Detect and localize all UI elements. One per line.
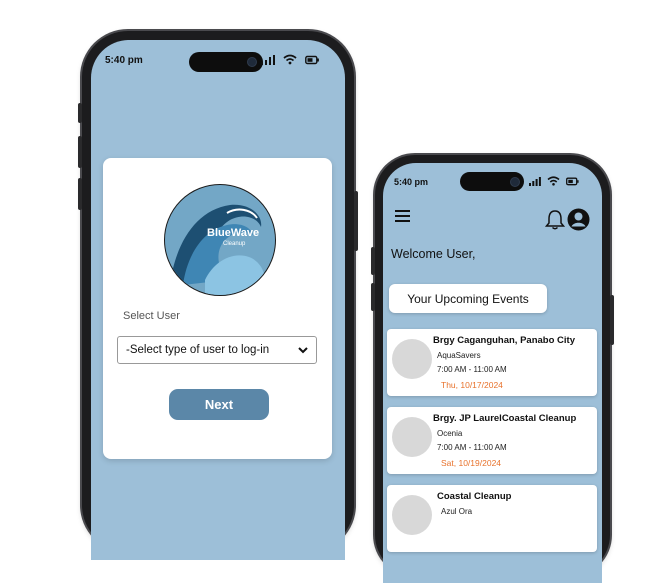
profile-icon[interactable]: [567, 208, 590, 231]
event-time: 7:00 AM - 11:00 AM: [437, 365, 507, 374]
event-card[interactable]: Coastal Cleanup Azul Ora: [387, 485, 597, 552]
event-date: Thu, 10/17/2024: [441, 380, 503, 390]
logo-title: BlueWave: [207, 227, 260, 239]
user-type-select-value: -Select type of user to log-in: [126, 344, 270, 356]
bluewave-logo: BlueWave Cleanup: [164, 184, 276, 296]
event-card[interactable]: Brgy Caganguhan, Panabo City AquaSavers …: [387, 329, 597, 396]
wifi-icon: [283, 54, 297, 65]
event-card[interactable]: Brgy. JP LaurelCoastal Cleanup Ocenia 7:…: [387, 407, 597, 474]
next-button[interactable]: Next: [169, 389, 269, 420]
event-title: Brgy. JP LaurelCoastal Cleanup: [433, 413, 577, 424]
event-avatar: [392, 417, 432, 457]
user-type-select[interactable]: -Select type of user to log-in: [117, 336, 317, 364]
battery-icon: [305, 55, 319, 64]
wifi-icon: [547, 176, 560, 186]
welcome-text: Welcome User,: [391, 247, 476, 261]
home-phone: 5:40 pm Welcome User, Your Upcoming Even…: [371, 155, 614, 583]
volume-up-button: [78, 136, 82, 168]
battery-icon: [566, 177, 579, 185]
select-user-label: Select User: [123, 310, 180, 322]
camera-icon: [247, 57, 257, 67]
menu-icon[interactable]: [395, 210, 410, 222]
volume-down-button: [371, 283, 375, 311]
event-avatar: [392, 339, 432, 379]
event-title: Coastal Cleanup: [437, 491, 512, 502]
dynamic-island: [460, 172, 524, 191]
signal-icon: [261, 54, 275, 65]
login-screen: 5:40 pm BlueWave Cleanup Select User -Se…: [91, 40, 345, 560]
wave-icon: [170, 204, 265, 295]
volume-up-button: [371, 247, 375, 275]
event-date: Sat, 10/19/2024: [441, 458, 502, 468]
chevron-down-icon: [298, 346, 308, 353]
logo-subtitle: Cleanup: [223, 241, 246, 247]
login-card: BlueWave Cleanup Select User -Select typ…: [103, 158, 332, 459]
mute-switch: [78, 103, 82, 123]
power-button: [610, 295, 614, 345]
home-screen: 5:40 pm Welcome User, Your Upcoming Even…: [383, 163, 602, 583]
event-avatar: [392, 495, 432, 535]
dynamic-island: [189, 52, 263, 72]
bell-icon[interactable]: [545, 209, 565, 230]
event-time: 7:00 AM - 11:00 AM: [437, 443, 507, 452]
status-time: 5:40 pm: [105, 55, 143, 66]
event-organizer: Ocenia: [437, 429, 463, 438]
power-button: [354, 191, 358, 251]
status-icons: [261, 54, 319, 65]
login-phone: 5:40 pm BlueWave Cleanup Select User -Se…: [78, 31, 358, 560]
camera-icon: [510, 177, 520, 187]
signal-icon: [529, 176, 541, 186]
upcoming-events-title: Your Upcoming Events: [389, 284, 547, 313]
event-organizer: AquaSavers: [437, 351, 481, 360]
status-time: 5:40 pm: [394, 177, 429, 187]
volume-down-button: [78, 178, 82, 210]
status-icons: [529, 176, 579, 186]
event-title: Brgy Caganguhan, Panabo City: [433, 335, 575, 346]
